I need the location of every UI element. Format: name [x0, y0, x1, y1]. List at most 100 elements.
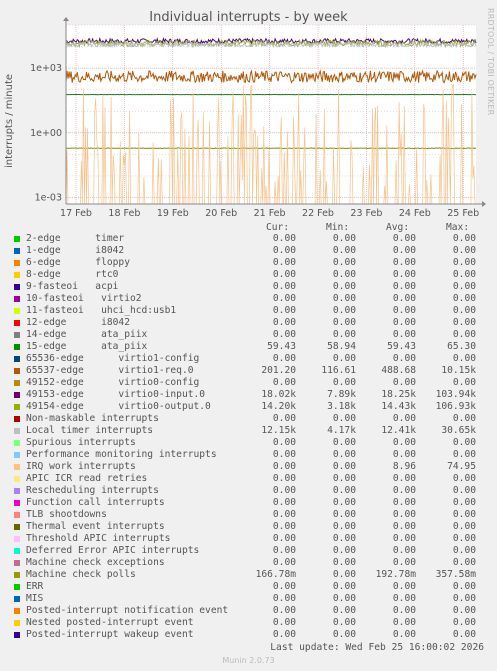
- legend-min-value: 0.00: [332, 497, 356, 508]
- legend-cur-value: 14.20k: [261, 401, 296, 412]
- legend-min-value: 0.00: [332, 269, 356, 280]
- legend-cur-value: 18.02k: [261, 389, 296, 400]
- legend-row: Rescheduling interrupts 0.00 0.00 0.00 0.00: [14, 485, 484, 497]
- legend-row: Machine check exceptions 0.00 0.00 0.00 0.00: [14, 557, 484, 569]
- legend-min-value: 0.00: [332, 473, 356, 484]
- legend-series-name: MIS: [26, 593, 44, 604]
- legend-min-value: 0.00: [332, 437, 356, 448]
- legend-cur-value: 0.00: [272, 233, 296, 244]
- legend-row: IRQ work interrupts 0.00 0.00 8.96 74.95: [14, 461, 484, 473]
- legend-avg-value: 0.00: [392, 473, 416, 484]
- legend-cur-value: 0.00: [272, 473, 296, 484]
- legend-avg-value: 18.25k: [381, 389, 416, 400]
- legend-avg-value: 0.00: [392, 497, 416, 508]
- legend-series-name: Spurious interrupts: [26, 437, 136, 448]
- legend-max-value: 0.00: [452, 377, 476, 388]
- y-tick-label: 1e+00: [30, 128, 62, 139]
- legend-swatch: [14, 296, 20, 302]
- legend-swatch: [14, 284, 20, 290]
- legend-min-value: 0.00: [332, 521, 356, 532]
- legend-max-value: 0.00: [452, 317, 476, 328]
- legend-series-name: 8-edge rtc0: [26, 269, 119, 280]
- legend-avg-value: 0.00: [392, 437, 416, 448]
- legend-avg-value: 0.00: [392, 257, 416, 268]
- legend-min-value: 0.00: [332, 605, 356, 616]
- x-tick-label: 18 Feb: [108, 208, 140, 219]
- legend-min-value: 0.00: [332, 281, 356, 292]
- legend-swatch: [14, 368, 20, 374]
- legend-row: APIC ICR read retries 0.00 0.00 0.00 0.00: [14, 473, 484, 485]
- legend-row: Performance monitoring interrupts 0.00 0.0…: [14, 449, 484, 461]
- legend-series-name: 49152-edge virtio0-config: [26, 377, 200, 388]
- legend-series-name: Local timer interrupts: [26, 425, 154, 436]
- legend-cur-value: 0.00: [272, 353, 296, 364]
- legend-min-value: 0.00: [332, 545, 356, 556]
- legend-series-name: Performance monitoring interrupts: [26, 449, 217, 460]
- legend-avg-value: 0.00: [392, 533, 416, 544]
- legend-swatch: [14, 488, 20, 494]
- legend-max-value: 0.00: [452, 617, 476, 628]
- legend-swatch: [14, 332, 20, 338]
- legend-swatch: [14, 524, 20, 530]
- legend-cur-value: 0.00: [272, 377, 296, 388]
- legend-cur-value: 0.00: [272, 317, 296, 328]
- legend-swatch: [14, 236, 20, 242]
- legend-row: 11-fasteoi uhci_hcd:usb1 0.00 0.00 0.00 0.00: [14, 305, 484, 317]
- legend-cur-value: 59.43: [267, 341, 296, 352]
- legend-min-value: 0.00: [332, 461, 356, 472]
- legend-row: ERR 0.00 0.00 0.00 0.00: [14, 581, 484, 593]
- legend-avg-value: 192.78m: [375, 569, 416, 580]
- legend-series-name: 65537-edge virtio1-req.0: [26, 365, 194, 376]
- legend-max-value: 0.00: [452, 293, 476, 304]
- legend-min-value: 0.00: [332, 593, 356, 604]
- legend-avg-value: 0.00: [392, 293, 416, 304]
- legend-avg-value: 0.00: [392, 629, 416, 640]
- legend-row: 8-edge rtc0 0.00 0.00 0.00 0.00: [14, 269, 484, 281]
- legend-min-value: 0.00: [332, 329, 356, 340]
- x-tick-label: 20 Feb: [205, 208, 237, 219]
- legend-series-name: Threshold APIC interrupts: [26, 533, 171, 544]
- legend-min-value: 0.00: [332, 533, 356, 544]
- legend-cur-value: 12.15k: [261, 425, 296, 436]
- legend-row: 65536-edge virtio1-config 0.00 0.00 0.00 0.0…: [14, 353, 484, 365]
- legend-max-value: 0.00: [452, 473, 476, 484]
- legend-swatch: [14, 308, 20, 314]
- legend-avg-value: 0.00: [392, 329, 416, 340]
- legend-cur-value: 0.00: [272, 257, 296, 268]
- legend-avg-value: 0.00: [392, 245, 416, 256]
- legend-max-value: 0.00: [452, 485, 476, 496]
- legend-min-value: 0.00: [332, 581, 356, 592]
- legend-row: Posted-interrupt notification event 0.00 0…: [14, 605, 484, 617]
- legend-row: Local timer interrupts 12.15k 4.17k 12.41k 3…: [14, 425, 484, 437]
- legend-row: Threshold APIC interrupts 0.00 0.00 0.00 0.0…: [14, 533, 484, 545]
- legend-avg-value: 0.00: [392, 281, 416, 292]
- legend-max-value: 74.95: [447, 461, 476, 472]
- legend-max-value: 0.00: [452, 581, 476, 592]
- last-update: Last update: Wed Feb 25 16:00:02 2026: [270, 642, 484, 653]
- legend-min-value: 0.00: [332, 353, 356, 364]
- legend-max-value: 30.65k: [441, 425, 476, 436]
- legend-row: Machine check polls 166.78m 0.00 192.78m 357…: [14, 569, 484, 581]
- munin-version: Munin 2.0.73: [222, 656, 275, 665]
- legend-swatch: [14, 476, 20, 482]
- legend-cur-value: 0.00: [272, 305, 296, 316]
- legend-min-value: 0.00: [332, 413, 356, 424]
- legend-series-name: 12-edge i8042: [26, 317, 130, 328]
- legend-series-name: Machine check polls: [26, 569, 136, 580]
- legend-avg-value: 0.00: [392, 413, 416, 424]
- legend-swatch: [14, 356, 20, 362]
- legend-avg-value: 0.00: [392, 581, 416, 592]
- legend-min-value: 0.00: [332, 257, 356, 268]
- legend-cur-value: 0.00: [272, 533, 296, 544]
- legend-swatch: [14, 464, 20, 470]
- legend-cur-value: 0.00: [272, 413, 296, 424]
- legend-max-value: 0.00: [452, 557, 476, 568]
- legend-swatch: [14, 548, 20, 554]
- legend-series-name: 49153-edge virtio0-input.0: [26, 389, 206, 400]
- legend-cur-value: 0.00: [272, 281, 296, 292]
- legend-avg-value: 0.00: [392, 377, 416, 388]
- legend-avg-value: 59.43: [387, 341, 416, 352]
- legend-series-name: APIC ICR read retries: [26, 473, 148, 484]
- legend-header-min: Min:: [326, 222, 350, 233]
- legend-series-name: Function call interrupts: [26, 497, 165, 508]
